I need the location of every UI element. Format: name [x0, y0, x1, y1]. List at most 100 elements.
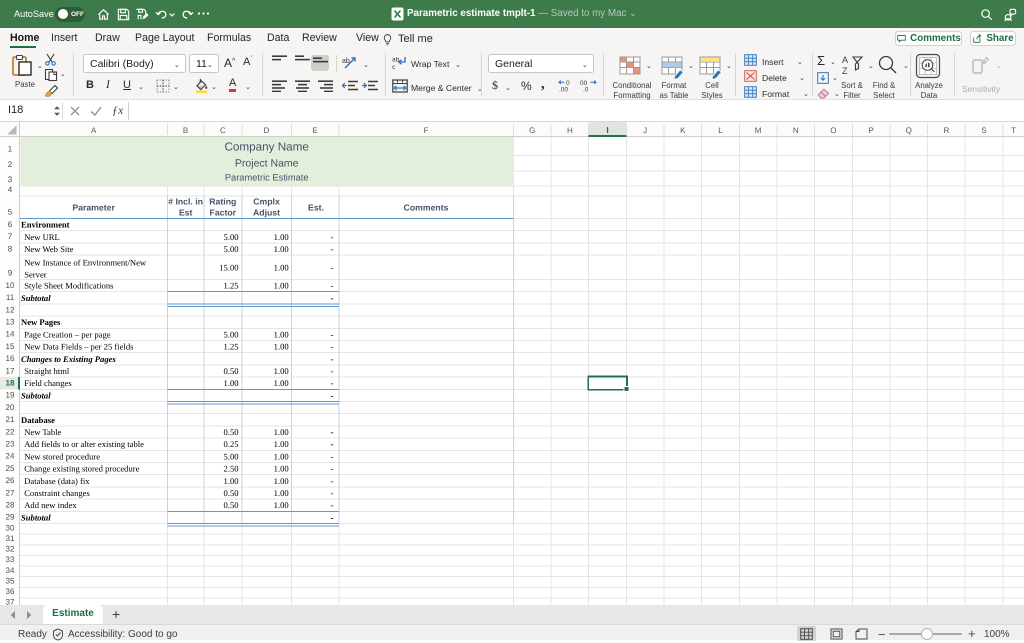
svg-text:1.00: 1.00 — [274, 427, 289, 437]
svg-text:-: - — [331, 342, 334, 352]
svg-text:22: 22 — [6, 427, 15, 436]
svg-text:-: - — [331, 366, 334, 376]
svg-text:Add fields to or alter existin: Add fields to or alter existing table — [24, 439, 144, 449]
svg-text:1: 1 — [8, 144, 13, 153]
svg-text:1.00: 1.00 — [224, 378, 239, 388]
svg-text:33: 33 — [6, 555, 15, 564]
svg-text:14: 14 — [6, 330, 15, 339]
svg-text:24: 24 — [6, 452, 15, 461]
svg-text:Comments: Comments — [404, 203, 449, 213]
svg-text:New Data Fields – per 25 field: New Data Fields – per 25 fields — [24, 342, 134, 352]
svg-text:16: 16 — [6, 354, 15, 363]
svg-text:H: H — [567, 126, 573, 135]
svg-text:.0: .0 — [583, 87, 589, 93]
svg-text:-: - — [331, 439, 334, 449]
svg-text:-: - — [331, 262, 334, 272]
svg-text:-: - — [331, 488, 334, 498]
svg-text:18: 18 — [6, 379, 15, 388]
svg-text:0.50: 0.50 — [224, 427, 239, 437]
svg-text:1.00: 1.00 — [274, 464, 289, 474]
svg-text:-: - — [331, 232, 334, 242]
svg-text:1.00: 1.00 — [274, 232, 289, 242]
svg-text:19: 19 — [6, 391, 15, 400]
svg-text:New Web Site: New Web Site — [24, 244, 73, 254]
svg-text:34: 34 — [6, 566, 15, 575]
svg-text:Cmplx: Cmplx — [253, 197, 280, 207]
svg-text:1.00: 1.00 — [274, 262, 289, 272]
svg-text:# Incl. in: # Incl. in — [168, 197, 203, 207]
svg-text:Project Name: Project Name — [235, 158, 299, 170]
svg-text:1.00: 1.00 — [274, 378, 289, 388]
svg-text:8: 8 — [8, 244, 13, 253]
svg-text:35: 35 — [6, 576, 15, 585]
svg-text:5.00: 5.00 — [224, 244, 239, 254]
svg-text:Database: Database — [21, 415, 55, 425]
svg-text:Est: Est — [179, 208, 193, 218]
svg-text:1.00: 1.00 — [274, 500, 289, 510]
svg-text:F: F — [424, 126, 429, 135]
svg-text:-: - — [331, 293, 334, 303]
svg-text:S: S — [981, 126, 986, 135]
svg-text:Factor: Factor — [210, 208, 237, 218]
svg-text:E: E — [312, 126, 317, 135]
svg-text:Changes to Existing Pages: Changes to Existing Pages — [21, 354, 116, 364]
svg-text:11: 11 — [6, 293, 15, 302]
svg-text:2.50: 2.50 — [224, 464, 239, 474]
svg-text:0.25: 0.25 — [224, 439, 239, 449]
svg-text:I: I — [606, 125, 608, 135]
svg-text:Environment: Environment — [21, 220, 70, 230]
svg-text:Parameter: Parameter — [72, 203, 115, 213]
svg-text:-: - — [331, 451, 334, 461]
svg-text:-: - — [331, 476, 334, 486]
svg-text:-: - — [331, 281, 334, 291]
svg-text:15: 15 — [6, 342, 15, 351]
svg-text:Page Creation – per page: Page Creation – per page — [24, 329, 111, 339]
svg-text:15.00: 15.00 — [219, 262, 238, 272]
svg-text:5.00: 5.00 — [224, 232, 239, 242]
svg-text:Adjust: Adjust — [253, 208, 280, 218]
svg-text:20: 20 — [6, 403, 15, 412]
svg-text:13: 13 — [6, 318, 15, 327]
svg-text:28: 28 — [6, 501, 15, 510]
svg-text:23: 23 — [6, 440, 15, 449]
svg-text:Subtotal: Subtotal — [21, 390, 51, 400]
svg-text:21: 21 — [6, 415, 15, 424]
svg-text:9: 9 — [8, 269, 13, 278]
svg-text:L: L — [718, 126, 723, 135]
svg-text:Subtotal: Subtotal — [21, 293, 51, 303]
svg-text:1.00: 1.00 — [224, 476, 239, 486]
svg-text:Style Sheet Modifications: Style Sheet Modifications — [24, 281, 114, 291]
svg-text:25: 25 — [6, 464, 15, 473]
svg-text:Add new index: Add new index — [24, 500, 77, 510]
svg-text:-: - — [331, 427, 334, 437]
svg-text:6: 6 — [8, 220, 13, 229]
svg-text:Server: Server — [24, 269, 47, 279]
svg-text:Subtotal: Subtotal — [21, 512, 51, 522]
svg-text:D: D — [264, 126, 270, 135]
svg-text:M: M — [755, 126, 762, 135]
svg-text:Z: Z — [842, 66, 848, 76]
svg-text:Change existing stored procedu: Change existing stored procedure — [24, 464, 139, 474]
svg-text:32: 32 — [6, 545, 15, 554]
svg-text:5: 5 — [8, 208, 13, 217]
svg-text:New Instance of Environment/Ne: New Instance of Environment/New — [24, 257, 147, 267]
svg-text:G: G — [529, 126, 535, 135]
svg-text:7: 7 — [8, 232, 13, 241]
svg-text:O: O — [830, 126, 836, 135]
svg-text:A: A — [91, 126, 97, 135]
svg-text:J: J — [643, 126, 647, 135]
svg-text:5.00: 5.00 — [224, 451, 239, 461]
svg-text:30: 30 — [6, 523, 15, 532]
svg-text:Q: Q — [906, 126, 912, 135]
svg-text:-: - — [331, 512, 334, 522]
svg-text:0.50: 0.50 — [224, 366, 239, 376]
svg-text:Database (data) fix: Database (data) fix — [24, 476, 90, 486]
svg-text:1.00: 1.00 — [274, 329, 289, 339]
svg-text:10: 10 — [6, 281, 15, 290]
svg-text:5.00: 5.00 — [224, 329, 239, 339]
svg-text:3: 3 — [8, 175, 13, 184]
svg-text:-: - — [331, 378, 334, 388]
svg-text:Straight html: Straight html — [24, 366, 70, 376]
svg-text:New URL: New URL — [24, 232, 60, 242]
svg-text:4: 4 — [8, 185, 13, 194]
